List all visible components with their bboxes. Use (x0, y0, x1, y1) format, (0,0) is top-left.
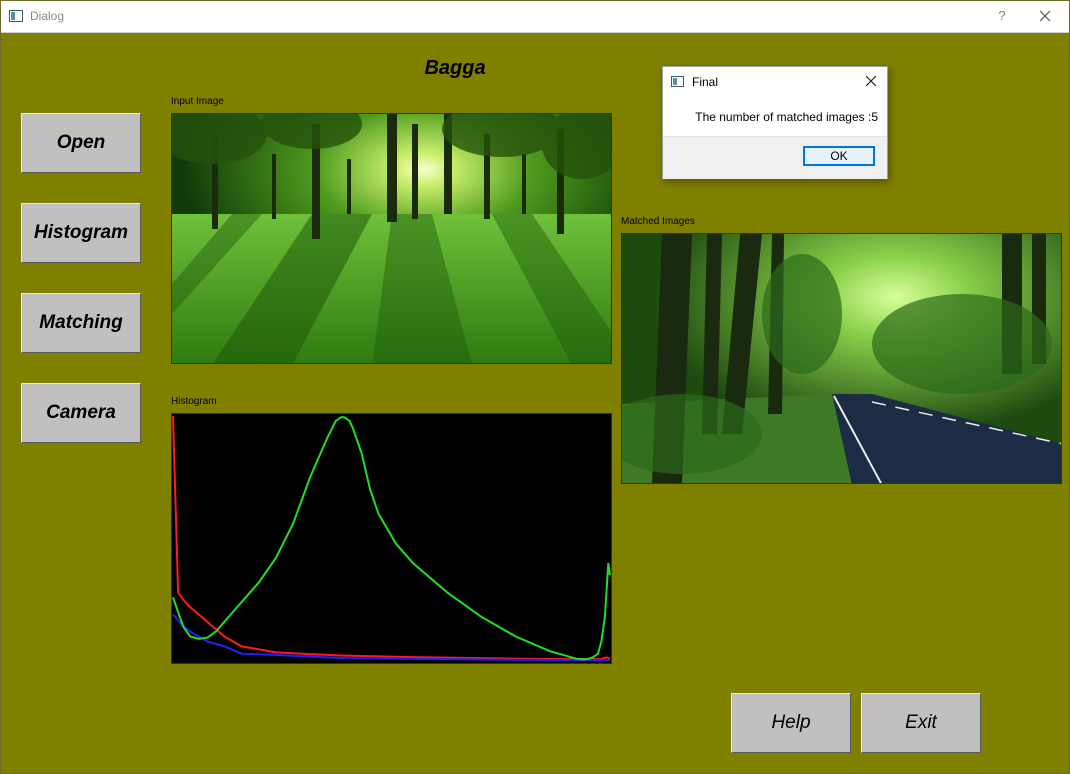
exit-button[interactable]: Exit (861, 693, 981, 753)
window-title: Dialog (30, 9, 65, 23)
histogram-chart (171, 413, 612, 664)
final-dialog: Final The number of matched images :5 OK (662, 66, 888, 179)
camera-button[interactable]: Camera (21, 383, 141, 443)
histogram-caption: Histogram (171, 396, 217, 407)
dialog-close-icon[interactable] (861, 71, 881, 91)
matching-button[interactable]: Matching (21, 293, 141, 353)
matched-image (621, 233, 1062, 484)
dialog-footer: OK (663, 136, 887, 179)
dialog-message: The number of matched images :5 (695, 110, 878, 124)
question-mark-icon[interactable]: ? (995, 8, 1009, 23)
input-image-caption: Input Image (171, 96, 224, 107)
histogram-series-2 (172, 416, 611, 661)
help-button[interactable]: Help (731, 693, 851, 753)
app-title: Bagga (424, 57, 486, 79)
dialog-window-icon (671, 76, 684, 87)
input-image (171, 113, 612, 364)
forest-park-image (172, 114, 611, 363)
window-titlebar: Dialog ? (0, 0, 1070, 33)
histogram-plot (172, 415, 611, 662)
matched-images-caption: Matched Images (621, 216, 695, 227)
app-window-icon (9, 10, 23, 22)
dialog-title: Final (692, 75, 719, 89)
close-icon[interactable] (1033, 4, 1057, 28)
ok-button[interactable]: OK (803, 146, 875, 166)
open-button[interactable]: Open (21, 113, 141, 173)
histogram-series-1 (172, 613, 611, 662)
forest-road-image (622, 234, 1061, 483)
histogram-button[interactable]: Histogram (21, 203, 141, 263)
